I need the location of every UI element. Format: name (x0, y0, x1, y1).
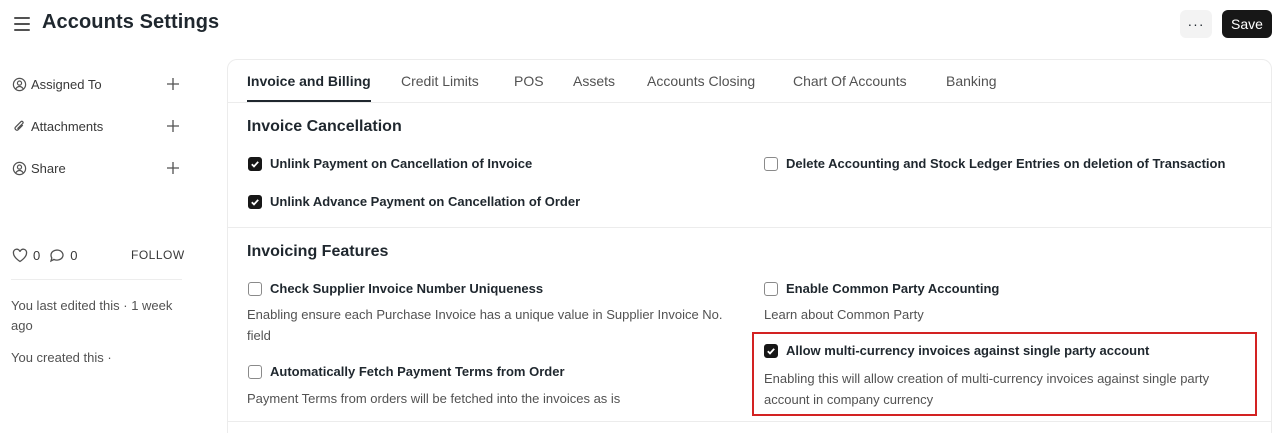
common-party-accounting-link[interactable]: Learn about Common Party (764, 304, 1244, 325)
checkbox-unchecked-icon[interactable] (764, 156, 778, 171)
checkbox-label: Delete Accounting and Stock Ledger Entri… (786, 156, 1226, 171)
comments-count: 0 (70, 247, 78, 263)
highlight-box (752, 332, 1257, 416)
sidebar-item-label: Assigned To (31, 76, 102, 92)
checkbox-label: Enable Common Party Accounting (786, 281, 1000, 296)
tab-banking[interactable]: Banking (946, 73, 997, 89)
section-divider (228, 421, 1271, 422)
add-attachment-icon[interactable] (165, 118, 181, 134)
section-title-features: Invoicing Features (247, 243, 389, 260)
likes-count: 0 (33, 247, 41, 263)
fetch-payment-terms-checkbox[interactable]: Automatically Fetch Payment Terms from O… (248, 364, 565, 379)
unlink-advance-payment-checkbox[interactable]: Unlink Advance Payment on Cancellation o… (248, 194, 580, 209)
tab-invoice-and-billing[interactable]: Invoice and Billing (247, 73, 371, 89)
tab-accounts-closing[interactable]: Accounts Closing (647, 73, 755, 89)
sidebar-assigned-to[interactable]: Assigned To (11, 74, 181, 94)
likes-comments: 0 0 (11, 247, 77, 263)
sidebar-item-label: Share (31, 160, 66, 176)
checkbox-unchecked-icon[interactable] (764, 281, 778, 296)
checkbox-label: Check Supplier Invoice Number Uniqueness (270, 281, 544, 296)
sidebar-item-label: Attachments (31, 118, 104, 134)
last-edited-note: You last edited this · 1 week ago (11, 298, 173, 333)
assign-user-icon (11, 76, 27, 92)
tab-credit-limits[interactable]: Credit Limits (401, 73, 479, 89)
save-button[interactable]: Save (1222, 10, 1272, 38)
more-actions-button[interactable]: ··· (1180, 10, 1212, 38)
page-title: Accounts Settings (42, 11, 220, 33)
tab-bar: Invoice and Billing Credit Limits POS As… (228, 60, 1271, 103)
checkbox-label: Unlink Payment on Cancellation of Invoic… (270, 156, 533, 171)
supplier-invoice-uniqueness-checkbox[interactable]: Check Supplier Invoice Number Uniqueness (248, 281, 543, 296)
fetch-payment-terms-description: Payment Terms from orders will be fetche… (247, 391, 621, 406)
delete-ledger-entries-checkbox[interactable]: Delete Accounting and Stock Ledger Entri… (764, 156, 1225, 171)
paperclip-icon (11, 118, 27, 134)
checkbox-unchecked-icon[interactable] (248, 364, 262, 379)
tab-chart-of-accounts[interactable]: Chart Of Accounts (793, 73, 907, 89)
tab-assets[interactable]: Assets (573, 73, 615, 89)
share-user-icon (11, 160, 27, 176)
created-note: You created this · (11, 350, 112, 365)
checkbox-checked-icon[interactable] (248, 156, 262, 171)
heart-icon[interactable] (11, 247, 29, 263)
checkbox-label: Automatically Fetch Payment Terms from O… (270, 364, 565, 379)
checkbox-unchecked-icon[interactable] (248, 281, 262, 296)
section-divider (228, 227, 1271, 228)
menu-toggle-icon[interactable] (14, 16, 30, 32)
sidebar-share[interactable]: Share (11, 158, 181, 178)
add-assignee-icon[interactable] (165, 76, 181, 92)
common-party-accounting-checkbox[interactable]: Enable Common Party Accounting (764, 281, 999, 296)
checkbox-checked-icon[interactable] (248, 194, 262, 209)
follow-button[interactable]: FOLLOW (131, 248, 185, 262)
supplier-invoice-uniqueness-description: Enabling ensure each Purchase Invoice ha… (247, 307, 723, 343)
unlink-payment-checkbox[interactable]: Unlink Payment on Cancellation of Invoic… (248, 156, 532, 171)
add-share-icon[interactable] (165, 160, 181, 176)
sidebar-attachments[interactable]: Attachments (11, 116, 181, 136)
sidebar-divider (11, 279, 182, 280)
checkbox-label: Unlink Advance Payment on Cancellation o… (270, 194, 581, 209)
section-title-cancellation: Invoice Cancellation (247, 118, 402, 135)
active-tab-indicator (247, 100, 371, 102)
tab-pos[interactable]: POS (514, 73, 544, 89)
comment-icon[interactable] (48, 247, 66, 263)
